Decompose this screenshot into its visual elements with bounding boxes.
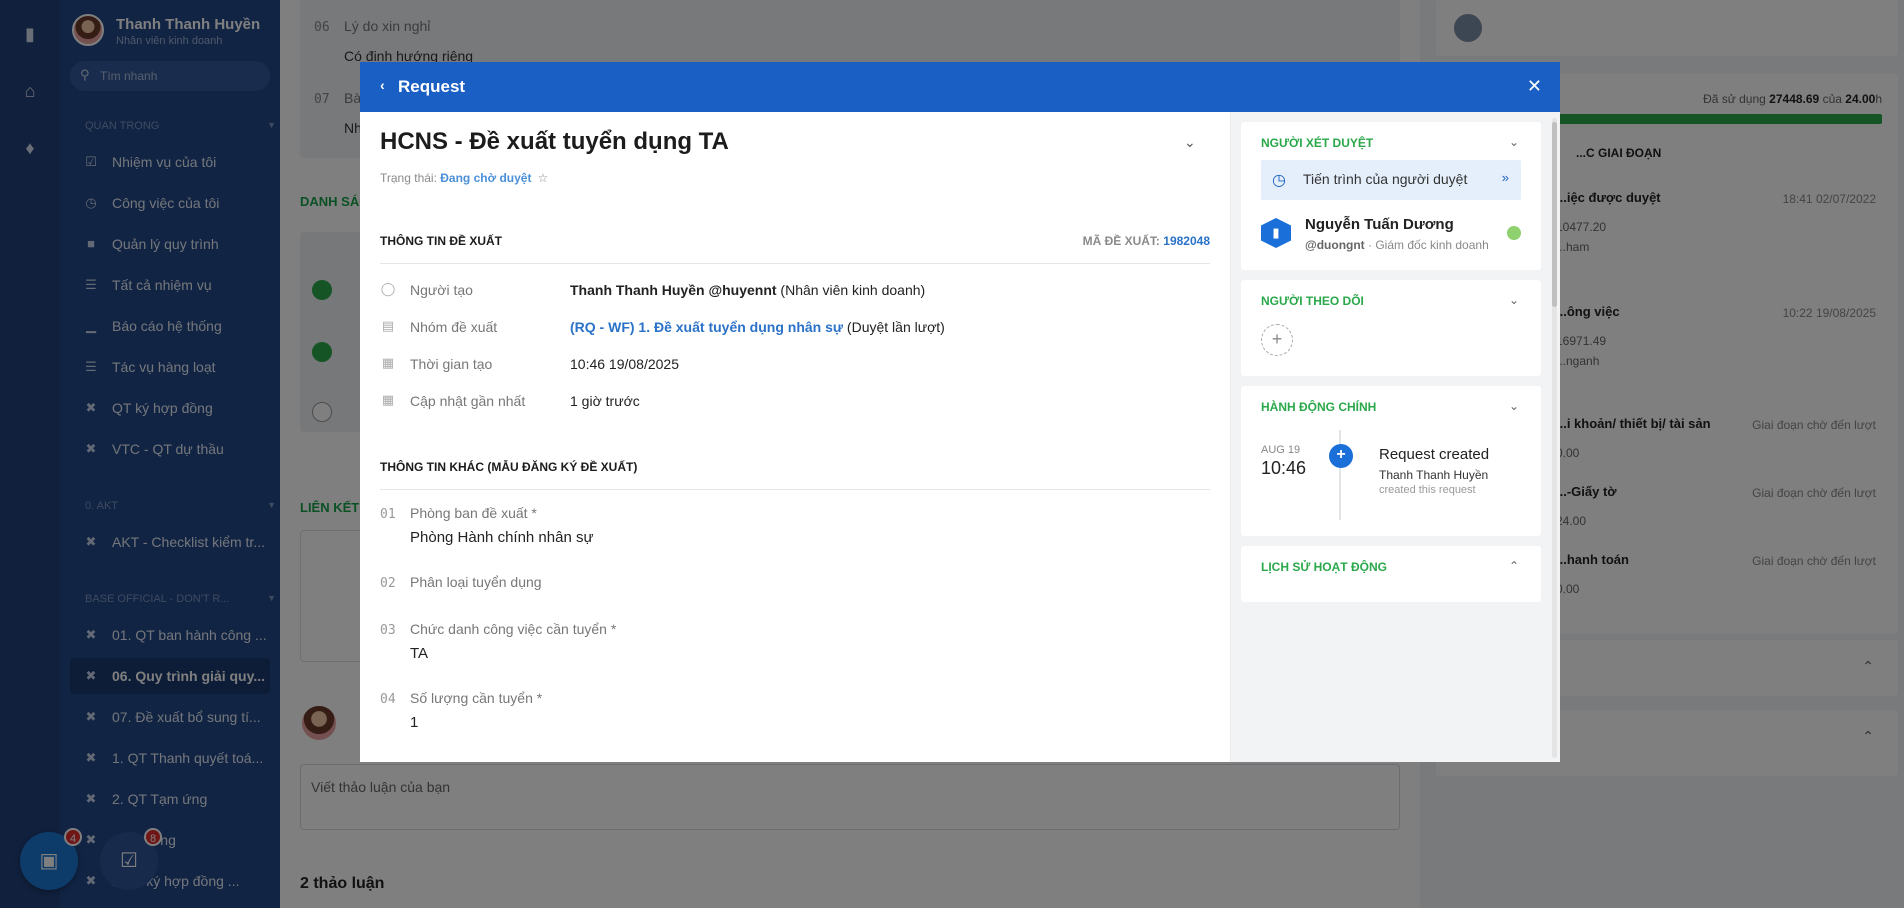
info-section-header: THÔNG TIN ĐỀ XUẤT MÃ ĐỀ XUẤT: 1982048 bbox=[380, 234, 1210, 264]
request-modal: ‹ Request ✕ HCNS - Đề xuất tuyển dụng TA… bbox=[360, 62, 1560, 762]
scrollbar[interactable] bbox=[1552, 118, 1557, 758]
approval-progress-button[interactable]: ◷ Tiến trình của người duyệt » bbox=[1261, 160, 1521, 200]
form-field: 02 Phân loại tuyển dụng bbox=[380, 574, 542, 591]
chevron-down-icon[interactable]: ⌄ bbox=[1509, 293, 1519, 307]
document-icon: ▤ bbox=[381, 318, 395, 333]
request-code: MÃ ĐỀ XUẤT: 1982048 bbox=[1082, 234, 1210, 248]
approver-logo-icon: ▮ bbox=[1261, 218, 1291, 248]
section-title: THÔNG TIN KHÁC (MẪU ĐĂNG KÝ ĐỀ XUẤT) bbox=[380, 460, 638, 474]
star-icon[interactable]: ☆ bbox=[537, 171, 548, 185]
form-field: 01 Phòng ban đề xuất * Phòng Hành chính … bbox=[380, 505, 594, 546]
action-entry: Request created Thanh Thanh Huyền create… bbox=[1379, 446, 1490, 496]
modal-title: Request bbox=[398, 77, 466, 96]
group-link[interactable]: (RQ - WF) 1. Đề xuất tuyển dụng nhân sự bbox=[570, 319, 843, 335]
close-icon[interactable]: ✕ bbox=[1527, 76, 1542, 97]
other-section-header: THÔNG TIN KHÁC (MẪU ĐĂNG KÝ ĐỀ XUẤT) bbox=[380, 460, 1210, 490]
scrollbar-thumb[interactable] bbox=[1552, 122, 1557, 307]
action-date: AUG 19 10:46 bbox=[1261, 444, 1307, 478]
form-field: 04 Số lượng cần tuyển * 1 bbox=[380, 690, 543, 731]
info-row-creator: ◯ Người tạo Thanh Thanh Huyền @huyennt (… bbox=[380, 281, 926, 298]
approvers-box: NGƯỜI XÉT DUYỆT ⌄ ◷ Tiến trình của người… bbox=[1241, 122, 1541, 270]
form-field: 03 Chức danh công việc cần tuyển * TA bbox=[380, 621, 617, 662]
chevron-down-icon[interactable]: ⌄ bbox=[1509, 135, 1519, 149]
section-title: THÔNG TIN ĐỀ XUẤT bbox=[380, 234, 502, 248]
request-sidepanel: NGƯỜI XÉT DUYỆT ⌄ ◷ Tiến trình của người… bbox=[1231, 112, 1560, 762]
actions-box: HÀNH ĐỘNG CHÍNH ⌄ AUG 19 10:46 + Request… bbox=[1241, 386, 1541, 536]
section-title: HÀNH ĐỘNG CHÍNH bbox=[1261, 400, 1377, 414]
calendar-icon: ▦ bbox=[381, 392, 395, 407]
request-status: Trạng thái: Đang chờ duyệt ☆ bbox=[380, 171, 549, 185]
info-row-created: ▦ Thời gian tạo 10:46 19/08/2025 bbox=[381, 355, 679, 372]
chevron-down-icon[interactable]: ⌄ bbox=[1184, 134, 1196, 151]
info-row-updated: ▦ Cập nhật gần nhất 1 giờ trước bbox=[381, 392, 640, 409]
section-title: LỊCH SỬ HOẠT ĐỘNG bbox=[1261, 560, 1387, 574]
history-box: LỊCH SỬ HOẠT ĐỘNG ⌃ bbox=[1241, 546, 1541, 602]
add-follower-button[interactable]: + bbox=[1261, 324, 1293, 356]
section-title: NGƯỜI THEO DÕI bbox=[1261, 294, 1364, 308]
followers-box: NGƯỜI THEO DÕI ⌄ + bbox=[1241, 280, 1541, 376]
request-title: HCNS - Đề xuất tuyển dụng TA bbox=[380, 128, 729, 155]
chevron-up-icon[interactable]: ⌃ bbox=[1509, 559, 1519, 573]
approver[interactable]: ▮ Nguyễn Tuấn Dương @duongnt · Giám đốc … bbox=[1261, 214, 1521, 264]
request-details: HCNS - Đề xuất tuyển dụng TA ⌄ Trạng thá… bbox=[360, 112, 1230, 762]
double-chevron-right-icon: » bbox=[1501, 170, 1509, 185]
plus-icon: + bbox=[1329, 444, 1353, 468]
status-dot bbox=[1507, 226, 1521, 240]
chevron-down-icon[interactable]: ⌄ bbox=[1509, 399, 1519, 413]
user-icon: ◯ bbox=[380, 281, 396, 296]
modal-header: ‹ Request ✕ bbox=[360, 62, 1560, 112]
section-title: NGƯỜI XÉT DUYỆT bbox=[1261, 136, 1374, 150]
clock-icon: ◷ bbox=[1272, 172, 1286, 189]
info-row-group: ▤ Nhóm đề xuất (RQ - WF) 1. Đề xuất tuyể… bbox=[381, 318, 945, 335]
status-badge: Đang chờ duyệt bbox=[440, 171, 532, 185]
calendar-icon: ▦ bbox=[381, 355, 395, 370]
chevron-left-icon[interactable]: ‹ bbox=[380, 77, 385, 93]
